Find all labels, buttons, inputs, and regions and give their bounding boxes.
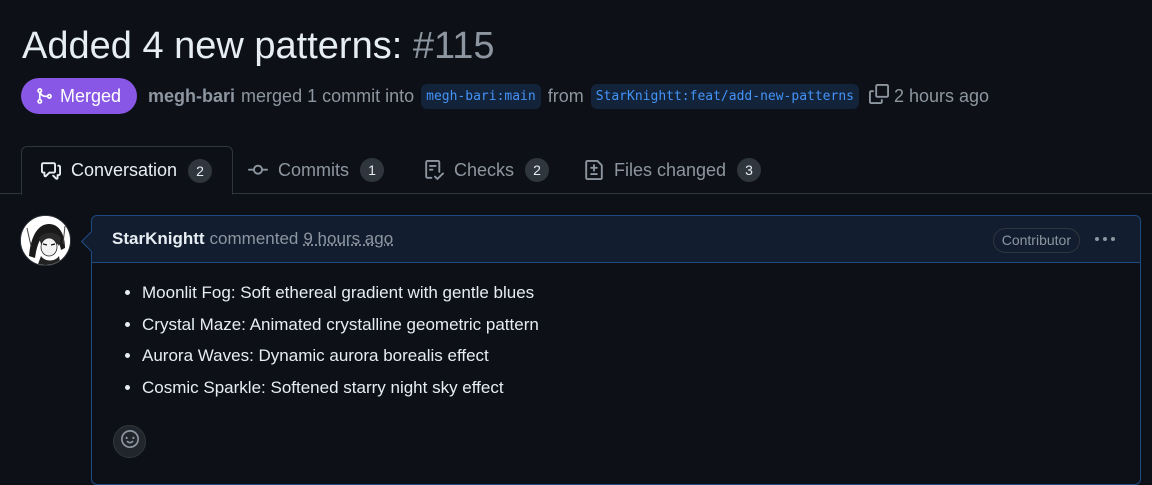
pr-author-link[interactable]: megh-bari — [148, 86, 235, 107]
pr-title-row: Added 4 new patterns: #115 — [22, 22, 495, 70]
tab-conversation-count: 2 — [188, 158, 213, 183]
comment-timestamp-link[interactable]: 9 hours ago — [303, 229, 393, 249]
base-branch-label[interactable]: megh-bari:main — [421, 83, 541, 109]
file-diff-icon — [584, 160, 614, 180]
avatar[interactable] — [20, 215, 71, 266]
smiley-icon — [120, 430, 139, 453]
tab-conversation-label: Conversation — [71, 160, 178, 180]
merged-state-badge: Merged — [21, 78, 138, 114]
tab-files-changed-label: Files changed — [614, 159, 727, 180]
pr-meta-row: Merged megh-bari merged 1 commit into me… — [21, 78, 989, 114]
copy-icon — [868, 83, 889, 109]
tab-files-changed[interactable]: Files changed 3 — [584, 146, 762, 194]
comment-discussion-icon — [41, 161, 71, 181]
comment-action-text: commented — [209, 229, 299, 248]
add-reaction-button[interactable] — [113, 425, 146, 458]
tab-checks[interactable]: Checks 2 — [424, 146, 550, 194]
contributor-badge: Contributor — [992, 228, 1080, 253]
git-commit-icon — [248, 160, 278, 180]
tab-commits-label: Commits — [278, 159, 349, 180]
comment-box: StarKnightt commented 9 hours ago Contri… — [91, 215, 1141, 485]
tab-files-changed-count: 3 — [737, 158, 762, 182]
pr-number: #115 — [412, 25, 495, 67]
pr-action-text: merged 1 commit into — [241, 85, 415, 106]
tab-conversation[interactable]: Conversation 2 — [21, 146, 234, 195]
comment-body: Moonlit Fog: Soft ethereal gradient with… — [92, 263, 1140, 398]
comment-options-button[interactable] — [1094, 231, 1116, 252]
head-branch-label[interactable]: StarKnightt:feat/add-new-patterns — [590, 83, 859, 109]
avatar-illustration — [21, 216, 70, 265]
list-item: Cosmic Sparkle: Softened starry night sk… — [142, 377, 1140, 398]
list-item: Aurora Waves: Dynamic aurora borealis ef… — [142, 345, 1140, 366]
checklist-icon — [424, 160, 454, 180]
git-merge-icon — [35, 87, 53, 105]
pr-title: Added 4 new patterns: — [22, 25, 403, 67]
from-text: from — [547, 85, 584, 106]
merged-state-label: Merged — [60, 85, 122, 106]
tab-checks-label: Checks — [454, 159, 515, 180]
pattern-list: Moonlit Fog: Soft ethereal gradient with… — [92, 282, 1140, 398]
merge-time: 2 hours ago — [893, 85, 990, 106]
list-item: Crystal Maze: Animated crystalline geome… — [142, 314, 1140, 335]
tab-checks-count: 2 — [525, 158, 550, 182]
copy-branch-button[interactable] — [868, 83, 889, 109]
pr-tab-bar: Conversation 2 Commits 1 Checks 2 Files … — [0, 146, 1152, 195]
tab-commits[interactable]: Commits 1 — [248, 146, 384, 194]
tab-commits-count: 1 — [360, 158, 384, 182]
kebab-horizontal-icon — [1094, 232, 1116, 251]
comment-author-link[interactable]: StarKnightt — [112, 229, 205, 249]
list-item: Moonlit Fog: Soft ethereal gradient with… — [142, 282, 1140, 303]
comment-header: StarKnightt commented 9 hours ago Contri… — [92, 216, 1140, 263]
